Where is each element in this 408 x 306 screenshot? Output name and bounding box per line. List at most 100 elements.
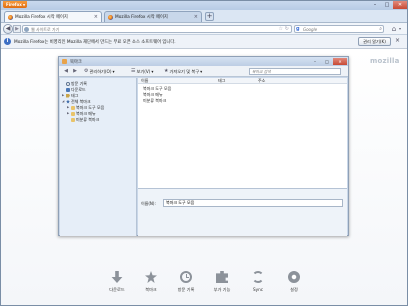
tree-item-bookmarks-toolbar[interactable]: ▶ 북마크 도구 모음 [67, 105, 104, 110]
folder-icon [71, 111, 75, 116]
tab-label: Mozilla Firefox 시작 페이지 [15, 15, 68, 20]
tag-icon [66, 93, 70, 98]
home-button[interactable]: ⌂ [389, 24, 399, 34]
new-tab-button[interactable]: + [205, 12, 214, 21]
url-bar[interactable]: ☆ ↻ [22, 25, 292, 33]
library-maximize-button[interactable]: □ [321, 58, 333, 65]
site-identity-icon[interactable] [24, 27, 29, 32]
info-icon: i [4, 38, 11, 45]
close-tab-icon[interactable]: × [194, 14, 198, 20]
know-your-rights-button[interactable]: 권리 알기(K) [358, 37, 391, 46]
tree-item-downloads[interactable]: 다운로드 [62, 87, 86, 92]
list-item-label: 미분류 북마크 [143, 98, 167, 103]
tree-item-history[interactable]: 방문 기록 [62, 81, 87, 86]
library-minimize-button[interactable]: – [309, 58, 321, 65]
google-engine-icon[interactable]: g [296, 26, 300, 32]
launcher-settings-button[interactable]: 설정 [279, 271, 309, 297]
maximize-button[interactable]: □ [381, 1, 393, 9]
page-content: mozilla 북마크 – □ ✕ ◀ ▶ ⚙ 관리하기(O) ▾ ☰ 보기(V) ▾ … [1, 49, 407, 305]
tree-item-unsorted-bookmarks[interactable]: 미분류 북마크 [67, 117, 99, 122]
chevron-down-icon: ▾ [112, 69, 115, 74]
tree-item-label: 미분류 북마크 [76, 117, 100, 122]
library-window: 북마크 – □ ✕ ◀ ▶ ⚙ 관리하기(O) ▾ ☰ 보기(V) ▾ ★ 가져오기 및 … [58, 56, 349, 236]
launcher-label: 북마크 [145, 287, 157, 292]
download-icon [66, 87, 70, 92]
library-forward-button[interactable]: ▶ [71, 68, 79, 75]
forward-button[interactable]: ▶ [13, 25, 21, 33]
list-item-label: 북마크 도구 모음 [143, 86, 172, 91]
launcher-label: 방문 기록 [177, 287, 195, 292]
notification-bar: i Mozilla Firefox는 비영리인 Mozilla 재단에서 만드는… [1, 35, 407, 49]
list-header: 이름 태그 주소 [138, 78, 347, 84]
expand-arrow-icon[interactable]: ▶ [62, 93, 65, 98]
navigation-bar: ◀ ▶ ☆ ↻ g ⌕ ⌂ ▾ [1, 22, 407, 35]
bookmark-star-icon[interactable]: ☆ [279, 26, 283, 32]
folder-icon [71, 117, 75, 122]
firefox-menu-button[interactable]: Firefox▼ [3, 1, 27, 8]
list-item[interactable]: 북마크 도구 모음 [141, 86, 171, 91]
import-backup-menu[interactable]: ★ 가져오기 및 복구 ▾ [164, 68, 202, 75]
library-toolbar: ◀ ▶ ⚙ 관리하기(O) ▾ ☰ 보기(V) ▾ ★ 가져오기 및 복구 ▾ [59, 66, 348, 77]
launcher-label: Sync [252, 287, 264, 292]
search-icon[interactable]: ⌕ [379, 26, 382, 32]
library-back-button[interactable]: ◀ [62, 68, 70, 75]
mozilla-logo: mozilla [370, 57, 400, 65]
column-header-tags[interactable]: 태그 [218, 78, 225, 84]
minimize-button[interactable]: – [369, 1, 381, 9]
chevron-down-icon: ▼ [22, 3, 26, 7]
launcher-bookmarks-button[interactable]: 북마크 [136, 271, 166, 297]
views-label: 보기(V) [136, 69, 151, 74]
expand-arrow-icon[interactable]: ▶ [67, 111, 70, 116]
tree-item-tags[interactable]: ▶ 태그 [62, 93, 78, 98]
close-tab-icon[interactable]: × [94, 14, 98, 20]
collapse-arrow-icon[interactable]: ◢ [62, 99, 65, 104]
sync-icon [252, 271, 264, 283]
firefox-menu-label: Firefox [6, 2, 22, 7]
bookmark-search-input[interactable] [250, 69, 334, 74]
history-clock-icon [180, 271, 192, 283]
launcher-downloads-button[interactable]: 다운로드 [102, 271, 132, 297]
launcher-addons-button[interactable]: 부가 기능 [207, 271, 237, 297]
tab-start-page-active[interactable]: Mozilla Firefox 시작 페이지 × [4, 11, 102, 22]
bookmark-star-icon [145, 271, 157, 283]
close-window-button[interactable]: ✕ [393, 1, 407, 9]
url-input[interactable] [31, 26, 271, 32]
list-item[interactable]: 북마크 메뉴 [141, 92, 163, 97]
firefox-favicon-icon [8, 14, 13, 20]
browser-window: Firefox▼ – □ ✕ Mozilla Firefox 시작 페이지 × … [0, 0, 408, 306]
tab-start-page[interactable]: Mozilla Firefox 시작 페이지 × [104, 11, 202, 22]
tree-item-bookmarks-menu[interactable]: ▶ 북마크 메뉴 [67, 111, 96, 116]
bookmarks-menu-button[interactable]: ▾ [399, 24, 406, 34]
close-notification-icon[interactable]: × [395, 37, 400, 44]
import-backup-label: 가져오기 및 복구 [169, 69, 200, 74]
tree-item-label: 다운로드 [71, 87, 86, 92]
name-field[interactable] [163, 199, 343, 207]
views-icon: ☰ [131, 68, 136, 74]
library-title-bar: 북마크 – □ ✕ [59, 57, 348, 66]
organize-menu[interactable]: ⚙ 관리하기(O) ▾ [84, 68, 115, 75]
download-icon [111, 271, 123, 283]
launcher-sync-button[interactable]: Sync [243, 271, 273, 297]
gear-icon: ⚙ [84, 68, 89, 74]
notification-message: Mozilla Firefox는 비영리인 Mozilla 재단에서 만드는 무… [14, 40, 176, 45]
library-title: 북마크 [70, 60, 82, 65]
settings-gear-icon [288, 271, 300, 283]
tree-item-label: 전체 북마크 [71, 99, 91, 104]
expand-arrow-icon[interactable]: ▶ [67, 105, 70, 110]
back-button[interactable]: ◀ [3, 24, 13, 34]
column-header-name[interactable]: 이름 [141, 78, 148, 84]
column-header-location[interactable]: 주소 [258, 78, 265, 84]
bookmark-search-field[interactable] [249, 68, 341, 75]
tree-item-all-bookmarks[interactable]: ◢ 전체 북마크 [62, 99, 91, 104]
list-item[interactable]: 미분류 북마크 [141, 98, 166, 103]
search-bar[interactable]: g ⌕ [294, 25, 384, 33]
launcher-history-button[interactable]: 방문 기록 [171, 271, 201, 297]
views-menu[interactable]: ☰ 보기(V) ▾ [131, 68, 153, 75]
library-close-button[interactable]: ✕ [333, 58, 347, 65]
title-bar: Firefox▼ – □ ✕ [1, 1, 407, 10]
bookmark-list: 이름 태그 주소 북마크 도구 모음 북마크 메뉴 미분류 북마크 [138, 78, 347, 188]
search-input[interactable] [303, 26, 373, 32]
tab-strip: Mozilla Firefox 시작 페이지 × Mozilla Firefox… [1, 10, 407, 22]
addons-puzzle-icon [216, 271, 228, 283]
reload-icon[interactable]: ↻ [285, 26, 289, 32]
